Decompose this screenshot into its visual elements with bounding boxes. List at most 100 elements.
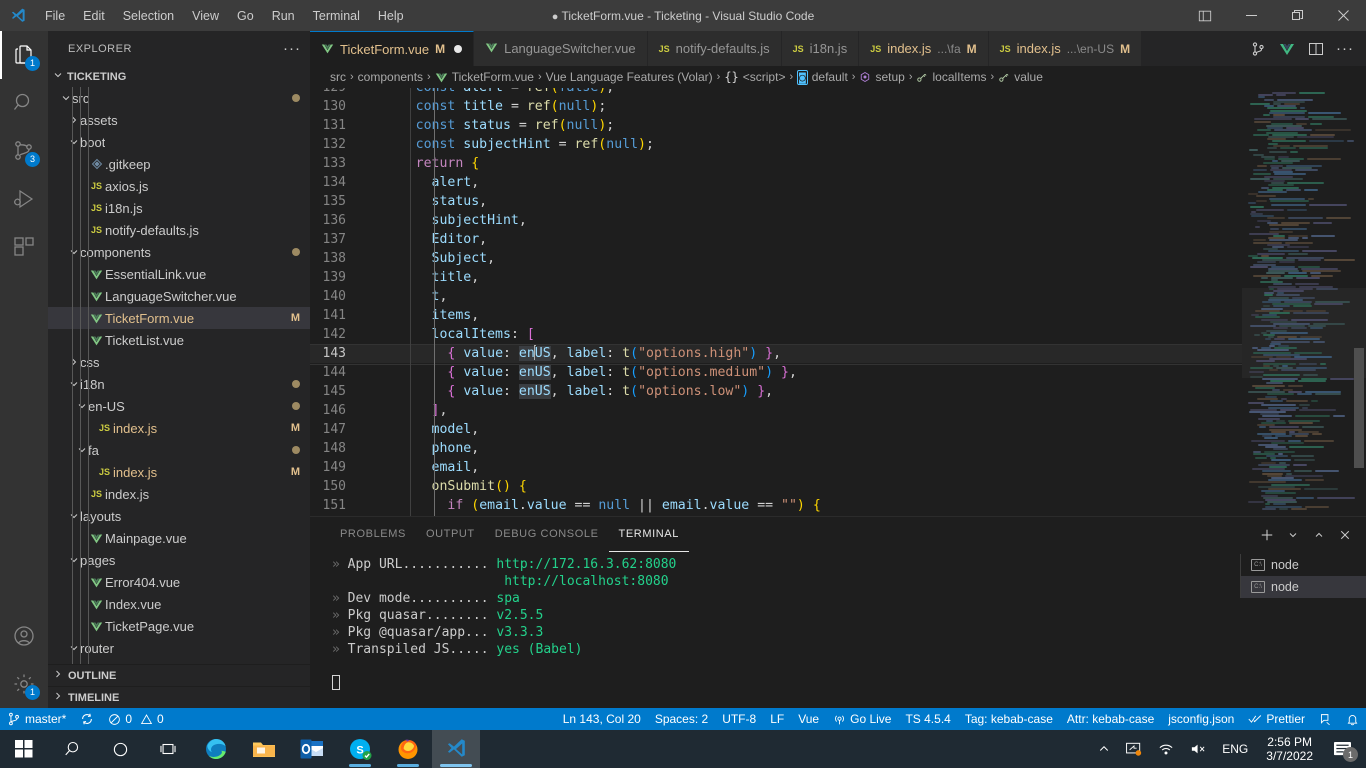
cortana-circle-icon[interactable] [96, 730, 144, 768]
terminal-instance-2[interactable]: C:\ node [1240, 576, 1366, 598]
timeline-section[interactable]: TIMELINE [48, 686, 310, 708]
code-line-145[interactable]: 145 { value: enUS, label: t("options.low… [310, 382, 1242, 401]
file-explorer-icon[interactable] [240, 730, 288, 768]
status-sync[interactable] [73, 708, 101, 730]
code-line-134[interactable]: 134 alert, [310, 173, 1242, 192]
menu-file[interactable]: File [36, 5, 74, 27]
firefox-icon[interactable] [384, 730, 432, 768]
tab-output[interactable]: OUTPUT [416, 517, 485, 552]
terminal-output[interactable]: » App URL........... http://172.16.3.62:… [310, 552, 1240, 708]
code-lines[interactable]: 129 const alert = ref(false);130 const t… [310, 88, 1242, 515]
taskbar-clock[interactable]: 2:56 PM 3/7/2022 [1256, 735, 1323, 763]
breadcrumb-item-src[interactable]: src [330, 70, 346, 84]
tab-problems[interactable]: PROBLEMS [330, 517, 416, 552]
code-line-137[interactable]: 137 Editor, [310, 230, 1242, 249]
minimize-icon[interactable] [1228, 0, 1274, 31]
code-line-129[interactable]: 129 const alert = ref(false); [310, 88, 1242, 97]
start-button-icon[interactable] [0, 730, 48, 768]
breadcrumb[interactable]: src › components › TicketForm.vue › Vue Langua… [310, 66, 1366, 88]
file-tree[interactable]: srcassetsboot.gitkeepJSaxios.jsJSi18n.js… [48, 87, 310, 664]
activity-account-icon[interactable] [0, 612, 48, 660]
menu-run[interactable]: Run [263, 5, 304, 27]
code-line-150[interactable]: 150 onSubmit() { [310, 477, 1242, 496]
editor-tab-languageswitcher-vue[interactable]: LanguageSwitcher.vue [474, 31, 648, 66]
code-scroll-area[interactable]: 129 const alert = ref(false);130 const t… [310, 88, 1242, 516]
code-line-139[interactable]: 139 title, [310, 268, 1242, 287]
breadcrumb-item-localitems[interactable]: localItems [916, 70, 987, 84]
terminal-instance-1[interactable]: C:\ node [1240, 554, 1366, 576]
editor-layout-icon[interactable] [1303, 36, 1329, 62]
menu-help[interactable]: Help [369, 5, 413, 27]
wifi-icon[interactable] [1150, 730, 1182, 768]
editor-tab-i18n-js[interactable]: JS i18n.js [781, 31, 860, 66]
minimap[interactable] [1242, 88, 1366, 516]
menu-edit[interactable]: Edit [74, 5, 114, 27]
status-language-mode[interactable]: Vue [791, 708, 826, 730]
code-editor[interactable]: 129 const alert = ref(false);130 const t… [310, 88, 1366, 516]
code-line-147[interactable]: 147 model, [310, 420, 1242, 439]
code-line-141[interactable]: 141 items, [310, 306, 1242, 325]
status-encoding[interactable]: UTF-8 [715, 708, 763, 730]
code-line-131[interactable]: 131 const status = ref(null); [310, 116, 1242, 135]
breadcrumb-item-components[interactable]: components [358, 70, 423, 84]
code-line-146[interactable]: 146 ], [310, 401, 1242, 420]
task-view-icon[interactable] [144, 730, 192, 768]
close-icon[interactable] [1320, 0, 1366, 31]
code-line-133[interactable]: 133 return { [310, 154, 1242, 173]
status-feedback-icon[interactable] [1312, 708, 1339, 730]
tab-terminal[interactable]: TERMINAL [608, 517, 689, 552]
code-line-149[interactable]: 149 email, [310, 458, 1242, 477]
language-indicator[interactable]: ENG [1214, 730, 1256, 768]
status-jsconfig[interactable]: jsconfig.json [1161, 708, 1241, 730]
code-line-130[interactable]: 130 const title = ref(null); [310, 97, 1242, 116]
editor-tab-index-js[interactable]: JS index.js ...\fa M [859, 31, 989, 66]
maximize-panel-icon[interactable] [1308, 524, 1330, 546]
editor-scrollbar[interactable] [1352, 88, 1366, 516]
activity-run-debug-icon[interactable] [0, 175, 48, 223]
editor-tab-index-js[interactable]: JS index.js ...\en-US M [988, 31, 1143, 66]
code-line-132[interactable]: 132 const subjectHint = ref(null); [310, 135, 1242, 154]
status-indentation[interactable]: Spaces: 2 [648, 708, 715, 730]
explorer-more-icon[interactable]: ··· [283, 41, 301, 56]
menu-selection[interactable]: Selection [114, 5, 183, 27]
status-problems[interactable]: 0 0 [101, 708, 170, 730]
status-eol[interactable]: LF [763, 708, 791, 730]
editor-tab-notify-defaults-js[interactable]: JS notify-defaults.js [647, 31, 782, 66]
breadcrumb-item-setup[interactable]: setup [859, 70, 905, 84]
network-share-icon[interactable] [1118, 730, 1150, 768]
breadcrumb-item-script[interactable]: {} <script> [724, 70, 785, 84]
microsoft-edge-icon[interactable] [192, 730, 240, 768]
editor-tab-dirty-indicator[interactable] [454, 45, 463, 53]
menu-terminal[interactable]: Terminal [304, 5, 369, 27]
outlook-icon[interactable] [288, 730, 336, 768]
editor-tab-ticketform-vue[interactable]: TicketForm.vue M [310, 31, 475, 66]
scrollbar-thumb[interactable] [1354, 348, 1364, 468]
breadcrumb-item-default[interactable]: ◙ default [797, 69, 848, 85]
split-editor-icon[interactable] [1245, 36, 1271, 62]
terminal-instances-list[interactable]: C:\ node C:\ node [1240, 552, 1366, 708]
activity-search-icon[interactable] [0, 79, 48, 127]
status-tag-case[interactable]: Tag: kebab-case [958, 708, 1060, 730]
activity-explorer-icon[interactable]: 1 [0, 31, 48, 79]
action-center-icon[interactable]: 1 [1323, 730, 1362, 768]
more-actions-icon[interactable]: ··· [1332, 36, 1358, 62]
code-line-142[interactable]: 142 localItems: [ [310, 325, 1242, 344]
show-hidden-icons-chevron[interactable] [1090, 730, 1118, 768]
editor-tabs[interactable]: TicketForm.vue M LanguageSwitcher.vue JS not… [310, 31, 1366, 66]
code-line-148[interactable]: 148 phone, [310, 439, 1242, 458]
breadcrumb-item-ticketform-vue[interactable]: TicketForm.vue [435, 70, 534, 84]
outline-section[interactable]: OUTLINE [48, 664, 310, 686]
code-line-138[interactable]: 138 Subject, [310, 249, 1242, 268]
restore-icon[interactable] [1274, 0, 1320, 31]
status-notifications-bell-icon[interactable] [1339, 708, 1366, 730]
taskbar-search-icon[interactable] [48, 730, 96, 768]
workspace-root-row[interactable]: TICKETING [48, 66, 310, 87]
volume-muted-icon[interactable] [1182, 730, 1214, 768]
visual-studio-code-taskbar-icon[interactable] [432, 730, 480, 768]
activity-extensions-icon[interactable] [0, 223, 48, 271]
close-panel-icon[interactable] [1334, 524, 1356, 546]
vue-actions-icon[interactable] [1274, 36, 1300, 62]
status-typescript-version[interactable]: TS 4.5.4 [898, 708, 957, 730]
breadcrumb-item-value[interactable]: value [998, 70, 1043, 84]
menu-view[interactable]: View [183, 5, 228, 27]
